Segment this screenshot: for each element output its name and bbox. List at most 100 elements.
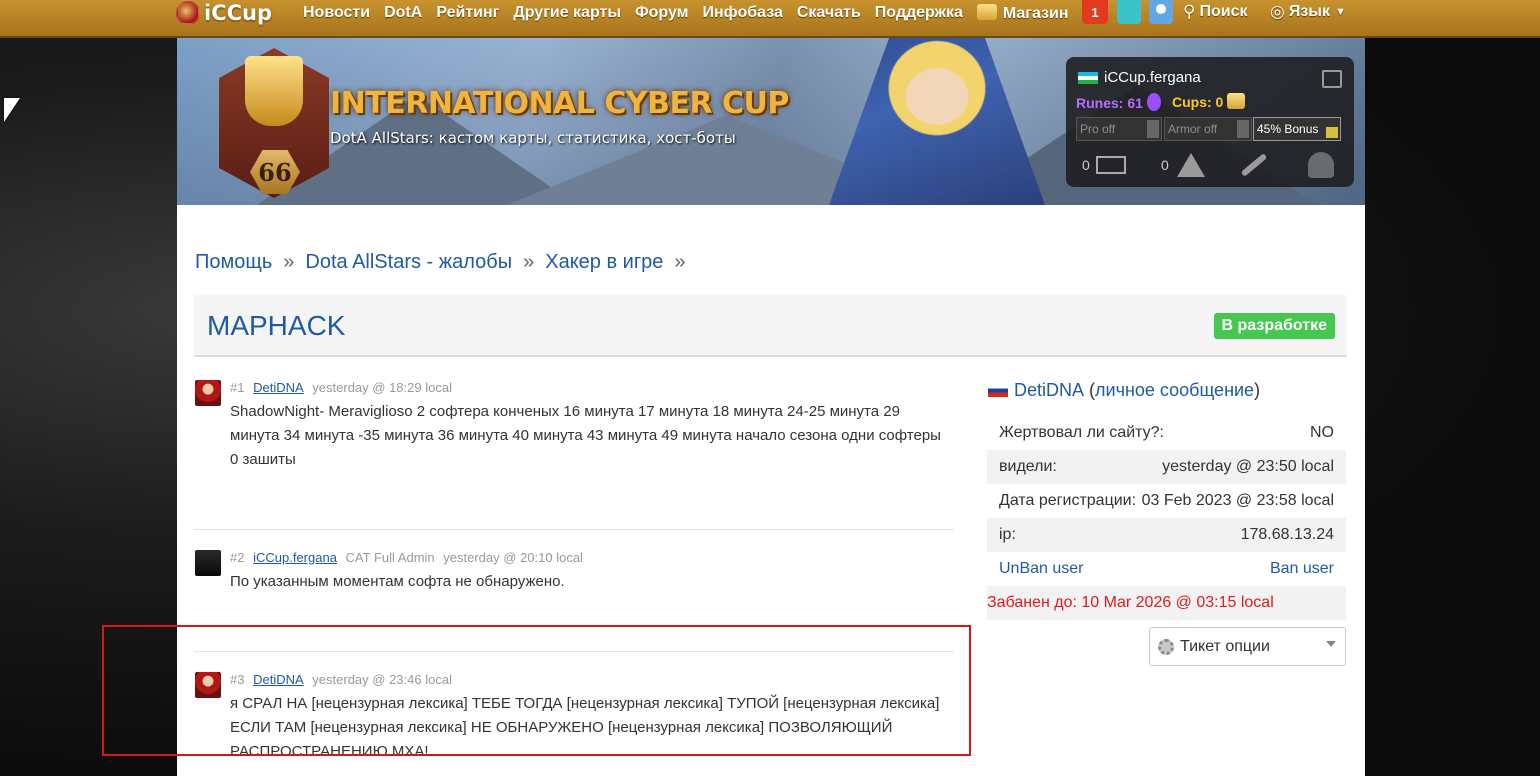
uzbekistan-flag-icon	[1078, 72, 1098, 84]
banned-until-text: Забанен до: 10 Mar 2026 @ 03:15 local	[987, 594, 1274, 611]
post-author[interactable]: DetiDNA	[253, 380, 304, 395]
post-time: yesterday @ 18:29 local	[312, 380, 452, 395]
settings-button[interactable]	[1239, 153, 1269, 177]
info-value: yesterday @ 23:50 local	[1162, 458, 1334, 475]
sidebar-user: DetiDNA (личное сообщение)	[988, 380, 1260, 401]
breadcrumb-complaints[interactable]: Dota AllStars - жалобы	[305, 251, 512, 274]
current-username[interactable]: iCCup.fergana	[1104, 69, 1201, 86]
coins-icon	[1227, 93, 1246, 109]
divider	[194, 529, 954, 530]
info-value: NO	[1310, 424, 1334, 441]
post-number: #2	[230, 550, 245, 565]
messages-button[interactable]: 0	[1082, 156, 1126, 174]
info-label: ip:	[999, 526, 1016, 543]
post-text: По указанным моментам софта не обнаружен…	[230, 573, 565, 590]
search-icon: ⚲	[1183, 2, 1196, 21]
ticket-title: MAPHACK	[207, 310, 346, 341]
language-label: Язык	[1288, 3, 1330, 20]
rune-icon	[1146, 93, 1161, 111]
nav-news[interactable]: Новости	[303, 4, 370, 22]
trophy-icon	[245, 56, 303, 126]
info-row-donated: Жертвовал ли сайту?: NO	[987, 416, 1346, 450]
highlight-annotation	[102, 625, 971, 756]
site-logo[interactable]: iCCup	[176, 0, 272, 26]
user-panel-actions: 0 0	[1066, 147, 1354, 183]
bonus-toggle[interactable]: 45% Bonus	[1253, 117, 1341, 141]
user-panel: iCCup.fergana Runes: 61 Cups: 0 Pro off …	[1066, 57, 1354, 187]
warnings-count: 0	[1161, 157, 1169, 173]
profile-icon[interactable]	[1149, 0, 1173, 24]
cups-label: Cups: 0	[1172, 94, 1224, 110]
top-navigation-bar: iCCup Новости DotA Рейтинг Другие карты …	[0, 0, 1540, 38]
nav-dota[interactable]: DotA	[384, 4, 422, 22]
info-value: 03 Feb 2023 @ 23:58 local	[1141, 492, 1334, 509]
mail-icon	[1095, 156, 1126, 174]
breadcrumb-separator: »	[674, 251, 686, 273]
notifications-badge[interactable]: 1	[1082, 0, 1108, 24]
avatar[interactable]	[195, 550, 221, 576]
main-nav: Новости DotA Рейтинг Другие карты Форум …	[303, 0, 1083, 26]
globe-icon: ◎	[1270, 2, 1285, 21]
nav-download[interactable]: Скачать	[797, 4, 861, 22]
chevron-down-icon: ▼	[1334, 6, 1346, 18]
ticket-options-select[interactable]: Тикет опции	[1149, 627, 1346, 666]
runes-label: Runes: 61	[1076, 95, 1143, 111]
breadcrumb-separator: »	[523, 251, 535, 273]
nav-infobase[interactable]: Инфобаза	[703, 4, 783, 22]
pro-toggle[interactable]: Pro off	[1076, 117, 1162, 141]
wrench-icon	[1240, 153, 1268, 177]
moderation-actions: UnBan user Ban user	[987, 552, 1346, 586]
post: #2 iCCup.fergana CAT Full Admin yesterda…	[194, 550, 954, 590]
chevron-down-icon	[1326, 641, 1336, 647]
info-row-ip: ip: 178.68.13.24	[987, 518, 1346, 552]
post-number: #1	[230, 380, 245, 395]
ban-status-row: Забанен до: 10 Mar 2026 @ 03:15 local	[987, 586, 1346, 620]
unban-user-link[interactable]: UnBan user	[999, 560, 1084, 578]
runes-counter: Runes: 61	[1076, 93, 1161, 111]
breadcrumb-hacker[interactable]: Хакер в игре	[545, 251, 663, 274]
post-author[interactable]: iCCup.fergana	[253, 550, 337, 565]
warning-icon	[1176, 153, 1205, 177]
armor-off-label: Armor off	[1168, 122, 1218, 136]
sidebar-username[interactable]: DetiDNA	[1014, 380, 1084, 401]
ticket-options-label: Тикет опции	[1180, 637, 1270, 655]
info-label: Жертвовал ли сайту?:	[999, 424, 1164, 441]
avatar[interactable]	[195, 380, 221, 406]
search-label: Поиск	[1199, 3, 1248, 20]
banner-title: INTERNATIONAL CYBER CUP	[330, 86, 789, 121]
logout-icon[interactable]	[1322, 70, 1342, 88]
nav-shop[interactable]: Магазин	[977, 4, 1069, 23]
info-label: Дата регистрации:	[999, 492, 1137, 509]
person-icon	[1308, 152, 1334, 178]
logo-text: iCCup	[204, 1, 273, 25]
post-role: CAT Full Admin	[345, 550, 435, 565]
language-button[interactable]: ◎ Язык ▼	[1270, 0, 1346, 24]
warnings-button[interactable]: 0	[1161, 153, 1205, 177]
search-button[interactable]: ⚲ Поиск	[1183, 0, 1247, 24]
gear-icon	[1158, 638, 1174, 655]
info-row-registered: Дата регистрации: 03 Feb 2023 @ 23:58 lo…	[987, 484, 1346, 518]
ticket-header: MAPHACK В разработке	[194, 295, 1347, 357]
profile-button[interactable]	[1308, 152, 1334, 178]
banner-subtitle: DotA AllStars: кастом карты, статистика,…	[330, 129, 736, 147]
status-badge: В разработке	[1213, 313, 1335, 339]
breadcrumb-separator: »	[283, 251, 295, 273]
nav-rating[interactable]: Рейтинг	[436, 4, 499, 22]
messages-count: 0	[1082, 157, 1090, 173]
nav-other-maps[interactable]: Другие карты	[513, 4, 621, 22]
breadcrumb: Помощь » Dota AllStars - жалобы » Хакер …	[195, 251, 697, 274]
post-meta: #2 iCCup.fergana CAT Full Admin yesterda…	[230, 550, 583, 565]
armor-toggle[interactable]: Armor off	[1164, 117, 1252, 141]
post-meta: #1 DetiDNA yesterday @ 18:29 local	[230, 380, 452, 395]
ban-user-link[interactable]: Ban user	[1270, 560, 1334, 578]
info-row-seen: видели: yesterday @ 23:50 local	[987, 450, 1346, 484]
clan-icon[interactable]	[1117, 0, 1141, 24]
nav-support[interactable]: Поддержка	[875, 4, 963, 22]
bonus-label: 45% Bonus	[1257, 122, 1319, 136]
info-label: видели:	[999, 458, 1057, 475]
post: #1 DetiDNA yesterday @ 18:29 local Shado…	[194, 380, 954, 480]
nav-forum[interactable]: Форум	[635, 4, 689, 22]
russia-flag-icon	[988, 384, 1008, 397]
breadcrumb-help[interactable]: Помощь	[195, 251, 272, 274]
private-message-link[interactable]: личное сообщение	[1095, 380, 1254, 401]
